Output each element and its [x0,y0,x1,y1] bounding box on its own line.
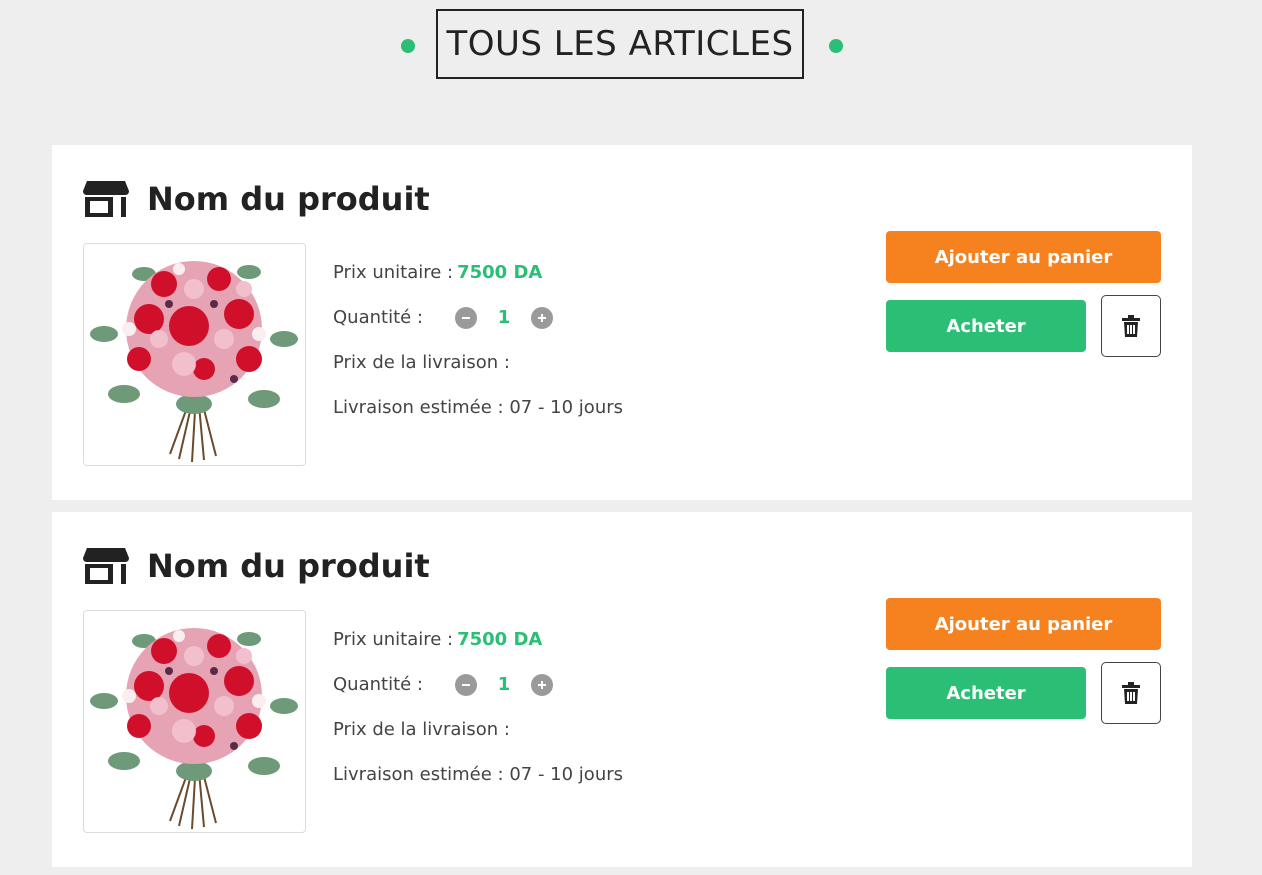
buy-button[interactable]: Acheter [886,667,1086,719]
decrement-button[interactable] [455,306,477,329]
delivery-price-label: Prix de la livraison : [333,719,510,740]
increment-button[interactable] [531,673,553,696]
delivery-price-row: Prix de la livraison : [333,707,623,752]
plus-icon [538,680,546,689]
unit-price-value: 7500 DA [457,629,543,650]
quantity-label: Quantité : [333,674,423,695]
trash-icon [1122,682,1140,704]
quantity-label: Quantité : [333,307,423,328]
estimated-delivery: Livraison estimée : 07 - 10 jours [333,397,624,418]
product-card: Nom du produit Prix unitaire: 7500 DA Q… [52,145,1192,500]
estimated-delivery-row: Livraison estimée : 07 - 10 jours [333,752,623,797]
add-to-cart-button[interactable]: Ajouter au panier [886,598,1161,650]
shop-icon [83,181,129,217]
delivery-price-row: Prix de la livraison : [333,340,623,385]
product-header: Nom du produit [83,546,430,586]
add-to-cart-button[interactable]: Ajouter au panier [886,231,1161,283]
quantity-value: 1 [497,674,511,695]
decrement-button[interactable] [455,673,477,696]
increment-button[interactable] [531,306,553,329]
product-info: Prix unitaire : 7500 DA Quantité : 1 Pri… [333,617,623,797]
delivery-price-label: Prix de la livraison : [333,352,510,373]
estimated-delivery: Livraison estimée : 07 - 10 jours [333,764,624,785]
unit-price-row: Prix unitaire : 7500 DA [333,250,623,295]
decor-dot-right [829,39,843,53]
minus-icon [462,683,470,686]
estimated-delivery-row: Livraison estimée : 07 - 10 jours [333,385,623,430]
plus-icon [538,313,546,322]
product-name: Nom du produit [147,180,430,218]
delete-button[interactable] [1101,662,1161,724]
product-name: Nom du produit [147,547,430,585]
minus-icon [462,316,470,319]
product-header: Nom du produit [83,179,430,219]
product-card: Nom du produit Prix unitaire: 7500 DA Q… [52,512,1192,867]
unit-price-value: 7500 DA [457,262,543,283]
buy-button[interactable]: Acheter [886,300,1086,352]
product-image [83,243,306,466]
unit-price-label: Prix unitaire : [333,262,454,283]
trash-icon [1122,315,1140,337]
decor-dot-left [401,39,415,53]
delete-button[interactable] [1101,295,1161,357]
unit-price-label: Prix unitaire : [333,629,454,650]
quantity-row: Quantité : 1 [333,295,623,340]
product-info: Prix unitaire : 7500 DA Quantité : 1 Pri… [333,250,623,430]
page-title: TOUS LES ARTICLES [436,9,804,79]
quantity-row: Quantité : 1 [333,662,623,707]
page-header: TOUS LES ARTICLES [0,0,1262,92]
quantity-value: 1 [497,307,511,328]
product-image [83,610,306,833]
unit-price-row: Prix unitaire : 7500 DA [333,617,623,662]
shop-icon [83,548,129,584]
